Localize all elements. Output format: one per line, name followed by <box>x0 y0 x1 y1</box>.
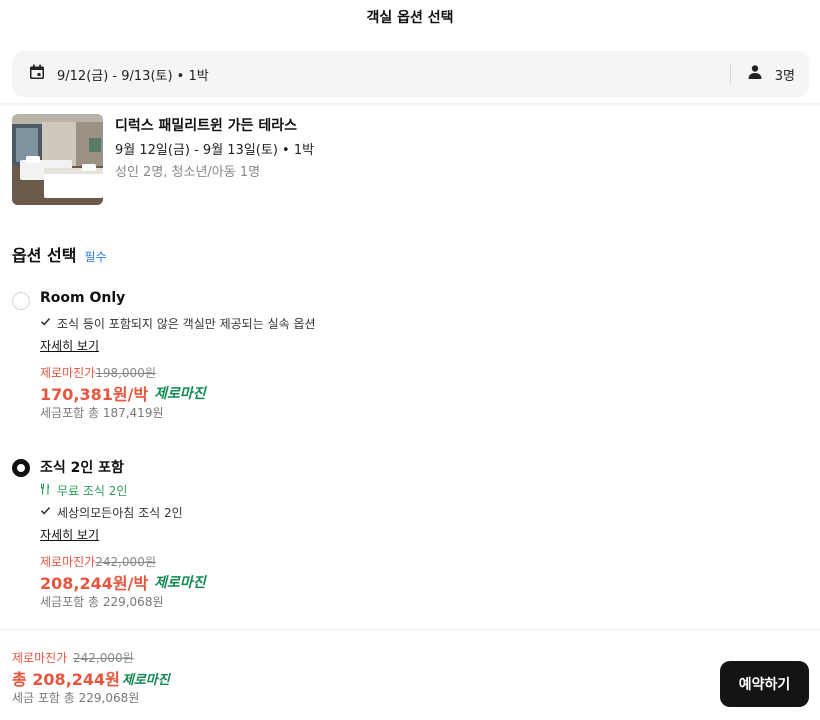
room-summary: 디럭스 패밀리트윈 가든 테라스 9월 12일(금) - 9월 13일(토) •… <box>12 114 314 205</box>
detail-link[interactable]: 자세히 보기 <box>40 334 99 358</box>
zero-margin-badge: 제로마진 <box>154 386 206 402</box>
original-price-row: 제로마진가242,000원 <box>40 553 802 571</box>
zero-margin-label: 제로마진가 <box>40 366 96 380</box>
room-photo <box>12 114 103 205</box>
original-price-row: 제로마진가198,000원 <box>40 364 802 382</box>
option-feature: 조식 등이 포함되지 않은 객실만 제공되는 실속 옵션 <box>40 312 802 334</box>
header-divider <box>0 103 820 107</box>
guest-selector[interactable]: 3명 <box>747 64 795 84</box>
original-price: 242,000원 <box>95 555 156 569</box>
price-row: 208,244원/박 제로마진 <box>40 571 802 593</box>
original-price: 242,000원 <box>73 651 134 665</box>
tax-included-total: 세금포함 총 229,068원 <box>40 595 164 609</box>
utensils-icon <box>40 483 51 498</box>
original-price: 198,000원 <box>95 366 156 380</box>
room-dates: 9월 12일(금) - 9월 13일(토) • 1박 <box>115 143 315 158</box>
option-name: Room Only <box>40 290 126 306</box>
footer-total-row: 총 208,244원 제로마진 <box>12 666 170 690</box>
zero-margin-label: 제로마진가 <box>12 651 68 665</box>
options-section-title: 옵션 선택 <box>12 246 77 265</box>
search-bar: 9/12(금) - 9/13(토) • 1박 3명 <box>12 51 809 97</box>
nightly-price: 208,244원/박 <box>40 574 149 593</box>
option-room-only[interactable]: Room Only 조식 등이 포함되지 않은 객실만 제공되는 실속 옵션 자… <box>12 290 802 422</box>
option-name: 조식 2인 포함 <box>40 460 124 476</box>
check-icon <box>40 316 51 330</box>
check-icon <box>40 505 51 519</box>
option-radio-room-only[interactable] <box>12 292 30 310</box>
date-range-text: 9/12(금) - 9/13(토) • 1박 <box>57 68 209 84</box>
booking-footer: 제로마진가 242,000원 총 208,244원 제로마진 세금 포함 총 2… <box>0 629 820 720</box>
required-badge: 필수 <box>84 250 107 264</box>
option-radio-breakfast-2[interactable] <box>12 459 30 477</box>
nightly-price: 170,381원/박 <box>40 385 149 404</box>
room-name: 디럭스 패밀리트윈 가든 테라스 <box>115 118 298 134</box>
option-feature-text: 조식 등이 포함되지 않은 객실만 제공되는 실속 옵션 <box>57 316 316 331</box>
tax-included-total: 세금포함 총 187,419원 <box>40 406 164 420</box>
tax-included-total: 세금 포함 총 229,068원 <box>12 691 140 705</box>
detail-link[interactable]: 자세히 보기 <box>40 523 99 547</box>
reserve-button[interactable]: 예약하기 <box>720 661 809 707</box>
option-feature: 세상의모든아침 조식 2인 <box>40 501 802 523</box>
zero-margin-label: 제로마진가 <box>40 555 96 569</box>
room-guests: 성인 2명, 청소년/아동 1명 <box>115 165 261 180</box>
price-row: 170,381원/박 제로마진 <box>40 382 802 404</box>
guest-count-text: 3명 <box>774 68 795 84</box>
total-price: 총 208,244원 <box>12 670 120 689</box>
option-breakfast-2[interactable]: 조식 2인 포함 무료 조식 2인 세상의모든아침 조식 2인 자세히 보기 제… <box>12 457 802 611</box>
zero-margin-badge: 제로마진 <box>121 672 170 688</box>
page-title: 객실 옵션 선택 <box>366 10 454 26</box>
option-perk-text: 무료 조식 2인 <box>57 483 128 498</box>
date-selector[interactable]: 9/12(금) - 9/13(토) • 1박 <box>28 63 730 85</box>
option-perk: 무료 조식 2인 <box>40 479 802 501</box>
zero-margin-badge: 제로마진 <box>154 575 206 591</box>
option-feature-text: 세상의모든아침 조식 2인 <box>57 505 183 520</box>
search-divider <box>729 64 731 84</box>
options-section-header: 옵션 선택 필수 <box>12 242 107 266</box>
room-info: 디럭스 패밀리트윈 가든 테라스 9월 12일(금) - 9월 13일(토) •… <box>115 114 314 205</box>
person-icon <box>747 64 775 84</box>
footer-original-price-row: 제로마진가 242,000원 <box>12 649 134 666</box>
page-header: 객실 옵션 선택 <box>0 0 820 36</box>
calendar-icon <box>28 63 57 85</box>
